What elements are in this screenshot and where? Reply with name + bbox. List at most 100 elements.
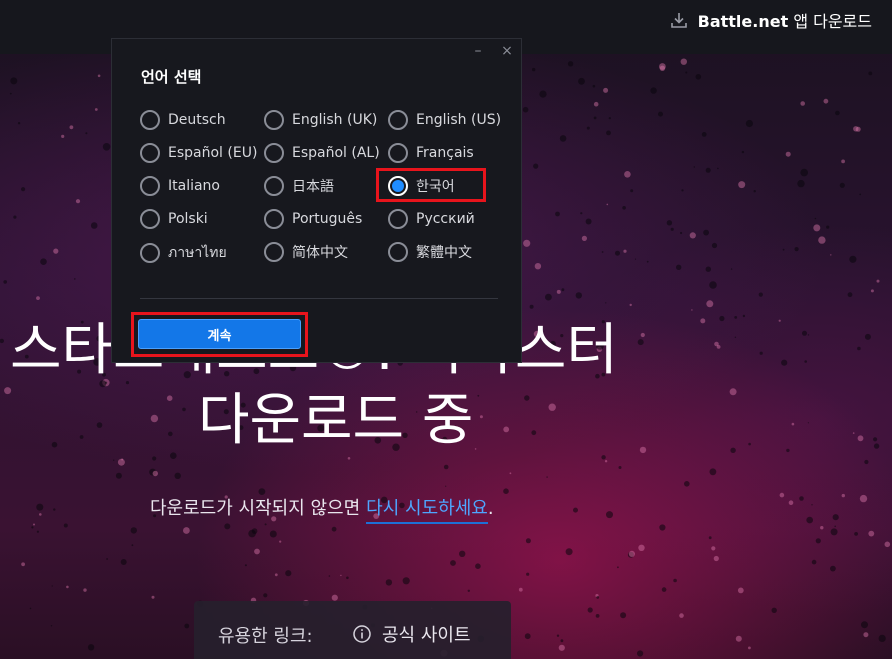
useful-links-label: 유용한 링크: [218,626,313,647]
official-site-link[interactable]: 공식 사이트 [352,621,471,647]
speckle [524,395,530,401]
radio-button[interactable] [140,143,160,163]
speckle [503,488,509,495]
minimize-button[interactable]: – [468,41,488,61]
speckle [9,92,12,95]
speckle [251,528,258,534]
radio-button[interactable] [264,110,284,130]
language-option[interactable]: Deutsch [140,110,226,130]
speckle [529,304,534,309]
radio-button[interactable] [388,143,408,163]
language-label: Polski [168,211,208,227]
language-option[interactable]: Polski [140,209,208,229]
radio-button[interactable] [140,209,160,229]
language-option[interactable]: Italiano [140,176,220,196]
speckle [857,435,864,442]
page: Battle.net 앱 다운로드 스타크래프트®: 리마스터 다운로드 중 다… [0,0,892,659]
speckle [680,231,683,235]
speckle [39,513,42,516]
speckle [659,524,666,531]
speckle [36,530,40,533]
speckle [605,302,607,304]
language-label: Italiano [168,178,220,194]
language-label: Русский [416,211,475,227]
radio-button[interactable] [388,209,408,229]
speckle [244,564,247,567]
language-option[interactable]: Español (EU) [140,143,257,163]
speckle [670,227,674,231]
radio-button[interactable] [264,176,284,196]
useful-links-panel: 유용한 링크: 공식 사이트 [194,601,511,659]
radio-button[interactable] [264,242,284,262]
language-option[interactable]: 한국어 [388,176,455,196]
radio-button[interactable] [264,143,284,163]
speckle [717,167,719,170]
speckle [131,544,134,547]
language-option[interactable]: Русский [388,209,475,229]
speckle [834,525,836,528]
speckle [703,229,709,236]
speckle [864,333,871,340]
speckle [166,395,173,402]
speckle [637,339,644,346]
speckle [606,130,611,136]
speckle [21,562,25,567]
speckle [794,247,799,252]
language-label: 简体中文 [292,245,348,261]
speckle [854,532,858,536]
speckle [113,459,115,461]
speckle [539,90,547,98]
download-app-link[interactable]: Battle.net 앱 다운로드 [670,8,872,32]
language-option[interactable]: 简体中文 [264,242,348,262]
language-option[interactable]: ภาษาไทย [140,242,227,264]
download-text: 앱 다운로드 [793,12,872,31]
speckle [69,125,74,130]
retry-link[interactable]: 다시 시도하세요 [366,498,488,524]
radio-button[interactable] [388,176,408,196]
language-option[interactable]: Português [264,209,362,229]
radio-button[interactable] [140,243,160,263]
continue-button[interactable]: 계속 [138,319,301,349]
speckle [853,126,859,132]
radio-button[interactable] [388,110,408,130]
speckle [802,330,807,336]
speckle [748,442,751,446]
retry-suffix: . [487,498,494,519]
speckle [586,126,590,130]
language-option[interactable]: 繁體中文 [388,242,472,262]
speckle [546,476,548,478]
close-button[interactable]: × [497,41,517,61]
speckle [841,493,845,498]
speckle [606,203,609,206]
speckle [782,248,785,251]
speckle [53,508,56,511]
speckle [90,222,98,229]
speckle [759,351,763,355]
speckle [87,644,95,651]
language-option[interactable]: English (UK) [264,110,377,130]
radio-button[interactable] [388,242,408,262]
language-option[interactable]: English (US) [388,110,501,130]
language-option[interactable]: Español (AL) [264,143,380,163]
speckle [51,441,58,448]
radio-button[interactable] [140,176,160,196]
speckle [705,167,711,173]
speckle [279,540,282,543]
speckle [608,117,611,120]
speckle [328,575,331,577]
speckle [709,281,717,289]
language-label: 日本語 [292,179,334,195]
radio-button[interactable] [140,110,160,130]
speckle [331,594,338,601]
speckle [679,613,684,618]
speckle [36,296,40,300]
radio-button[interactable] [264,209,284,229]
speckle [545,293,552,301]
speckle [474,448,477,450]
speckle [673,578,677,583]
speckle [852,432,855,434]
language-option[interactable]: 日本語 [264,176,334,196]
speckle [184,623,190,629]
speckle [779,492,785,498]
language-option[interactable]: Français [388,143,474,163]
